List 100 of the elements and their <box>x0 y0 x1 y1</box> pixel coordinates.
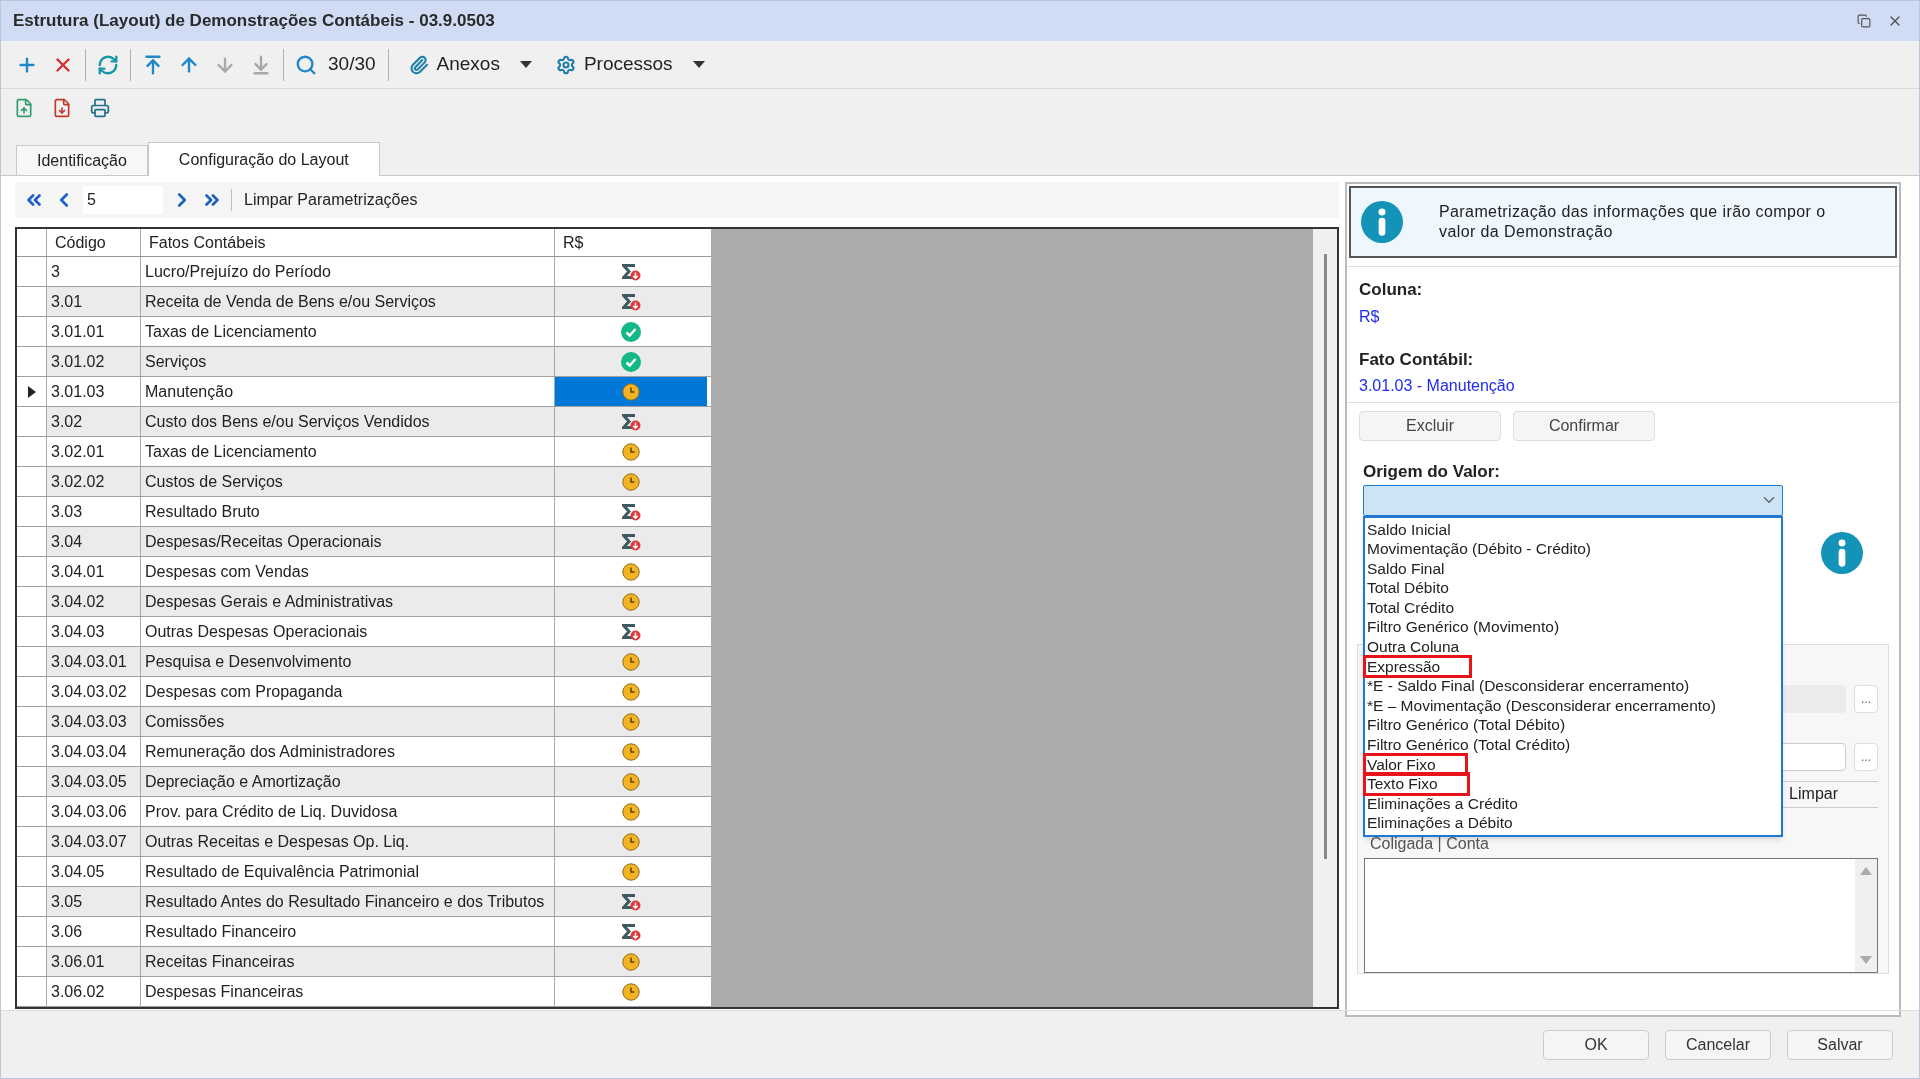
dropdown-option[interactable]: Filtro Genérico (Total Crédito) <box>1365 735 1601 755</box>
table-cell: Custo dos Bens e/ou Serviços Vendidos <box>141 407 555 436</box>
lookup-button[interactable]: ... <box>1854 742 1878 771</box>
table-cell: Outras Despesas Operacionais <box>141 617 555 646</box>
table-cell: 3.03 <box>47 497 141 526</box>
scroll-up-icon[interactable] <box>1860 867 1872 876</box>
column-header[interactable]: R$ <box>555 229 707 256</box>
scrollbar[interactable] <box>1313 229 1337 1007</box>
table-cell: Despesas Gerais e Administrativas <box>141 587 555 616</box>
file-download-icon <box>52 98 72 118</box>
move-bottom-icon <box>250 53 272 76</box>
refresh-icon <box>97 53 119 76</box>
row-header-cell[interactable] <box>17 587 47 616</box>
field-value: R$ <box>1359 306 1381 327</box>
action-button[interactable]: Confirmar <box>1513 411 1655 441</box>
field-value: 3.01.03 - Manutenção <box>1359 376 1516 396</box>
row-header-cell[interactable] <box>17 887 47 916</box>
table-cell: 3.01.02 <box>47 347 141 376</box>
table-cell: 3.02.02 <box>47 467 141 496</box>
table-cell: 3.04.03.01 <box>47 647 141 676</box>
tab[interactable]: Limpar <box>1789 782 1838 807</box>
table-cell: 3.04.03.02 <box>47 677 141 706</box>
menu-button[interactable]: Anexos <box>400 46 540 83</box>
table-cell: 3.04.03.06 <box>47 797 141 826</box>
table-cell: Custos de Serviços <box>141 467 555 496</box>
field-label: Fato Contábil: <box>1359 348 1475 371</box>
dropdown-option[interactable]: Expressão <box>1365 656 1471 677</box>
table-cell: Despesas com Vendas <box>141 557 555 586</box>
tab[interactable]: Configuração do Layout <box>147 142 380 176</box>
info-icon <box>1821 531 1863 574</box>
dropdown-option[interactable]: Valor Fixo <box>1365 754 1466 775</box>
table-cell: 3.02.01 <box>47 437 141 466</box>
table-cell: Taxas de Licenciamento <box>141 317 555 346</box>
table-cell: 3.02 <box>47 407 141 436</box>
table-cell: Resultado de Equivalência Patrimonial <box>141 857 555 886</box>
dialog-button[interactable]: Salvar <box>1787 1029 1893 1060</box>
menu-button[interactable]: Processos <box>547 46 713 83</box>
table-cell: Remuneração dos Administradores <box>141 737 555 766</box>
scrollbar[interactable] <box>1855 859 1877 972</box>
list-box[interactable] <box>1364 858 1878 973</box>
status-cell[interactable] <box>555 377 707 406</box>
paperclip-icon <box>408 54 429 75</box>
dropdown-option[interactable]: Filtro Genérico (Movimento) <box>1365 617 1590 638</box>
printer-icon <box>90 98 110 118</box>
table-cell: Serviços <box>141 347 555 376</box>
dropdown-option[interactable]: Total Débito <box>1365 578 1479 598</box>
table-cell: 3.06.02 <box>47 977 141 1006</box>
row-header-cell[interactable] <box>17 527 47 556</box>
table-cell: 3.01 <box>47 287 141 316</box>
column-header[interactable]: Código <box>47 229 141 256</box>
table-cell: 3.01.01 <box>47 317 141 346</box>
dropdown-option[interactable]: Eliminações a Débito <box>1365 813 1543 833</box>
dropdown-option[interactable]: *E – Movimentação (Desconsiderar encerramento) <box>1365 695 1746 716</box>
row-header-cell[interactable] <box>17 707 47 736</box>
row-header-cell[interactable] <box>17 347 47 376</box>
scroll-down-icon[interactable] <box>1860 955 1872 964</box>
table-cell: 3.04.02 <box>47 587 141 616</box>
dialog-button[interactable]: Cancelar <box>1665 1029 1771 1060</box>
dropdown-option[interactable]: Movimentação (Débito - Crédito) <box>1365 539 1621 559</box>
record-number-field[interactable]: 5 <box>83 186 163 214</box>
table-cell: 3.04.05 <box>47 857 141 886</box>
row-header-cell[interactable] <box>17 287 47 316</box>
row-header-cell[interactable] <box>17 467 47 496</box>
table-cell: Resultado Antes do Resultado Financeiro e dos Tributos <box>141 887 555 916</box>
table-cell: Comissões <box>141 707 555 736</box>
dropdown-option[interactable]: Saldo Final <box>1365 558 1475 579</box>
search-icon <box>295 53 317 76</box>
table-cell: Lucro/Prejuízo do Período <box>141 257 555 286</box>
table-cell: 3.05 <box>47 887 141 916</box>
dropdown-option[interactable]: *E - Saldo Final (Desconsiderar encerramento) <box>1365 676 1720 696</box>
dialog-button[interactable]: OK <box>1543 1029 1649 1060</box>
column-header[interactable]: Fatos Contábeis <box>141 229 555 256</box>
dropdown-option[interactable]: Outra Coluna <box>1365 637 1490 657</box>
lookup-button[interactable]: ... <box>1854 684 1878 713</box>
dropdown-option[interactable]: Eliminações a Crédito <box>1365 793 1548 814</box>
table-cell: Prov. para Crédito de Liq. Duvidosa <box>141 797 555 826</box>
row-header-cell[interactable] <box>17 647 47 676</box>
printer-button[interactable] <box>89 97 111 119</box>
action-button[interactable]: Excluir <box>1359 411 1501 441</box>
table-cell: Receita de Venda de Bens e/ou Serviços <box>141 287 555 316</box>
row-header-cell[interactable] <box>17 767 47 796</box>
row-header-cell[interactable] <box>17 947 47 976</box>
table-cell: Despesas/Receitas Operacionais <box>141 527 555 556</box>
select-field[interactable] <box>1363 484 1783 516</box>
row-header-cell[interactable] <box>17 827 47 856</box>
table-cell: 3.04.03.07 <box>47 827 141 856</box>
restore-icon[interactable] <box>1857 14 1871 28</box>
dropdown-option[interactable]: Filtro Genérico (Total Débito) <box>1365 715 1596 736</box>
field-label: Origem do Valor: <box>1362 461 1501 483</box>
window-title: Estrutura (Layout) de Demonstrações Contábeis - 03.9.0503 <box>13 10 495 33</box>
tab[interactable]: Identificação <box>16 145 148 175</box>
dropdown-option[interactable]: Saldo Inicial <box>1365 519 1481 540</box>
field-label: Coluna: <box>1359 279 1424 301</box>
row-header-cell[interactable] <box>17 407 47 436</box>
table-cell: 3.04.03.04 <box>47 737 141 766</box>
clear-settings-button[interactable]: Limpar Parametrizações <box>240 188 422 212</box>
move-top-icon <box>142 53 164 76</box>
info-text: Parametrização das informações que irão compor o valor da Demonstração <box>1439 202 1827 242</box>
dropdown-option[interactable]: Total Crédito <box>1365 597 1484 618</box>
dropdown-option[interactable]: Texto Fixo <box>1365 774 1468 794</box>
